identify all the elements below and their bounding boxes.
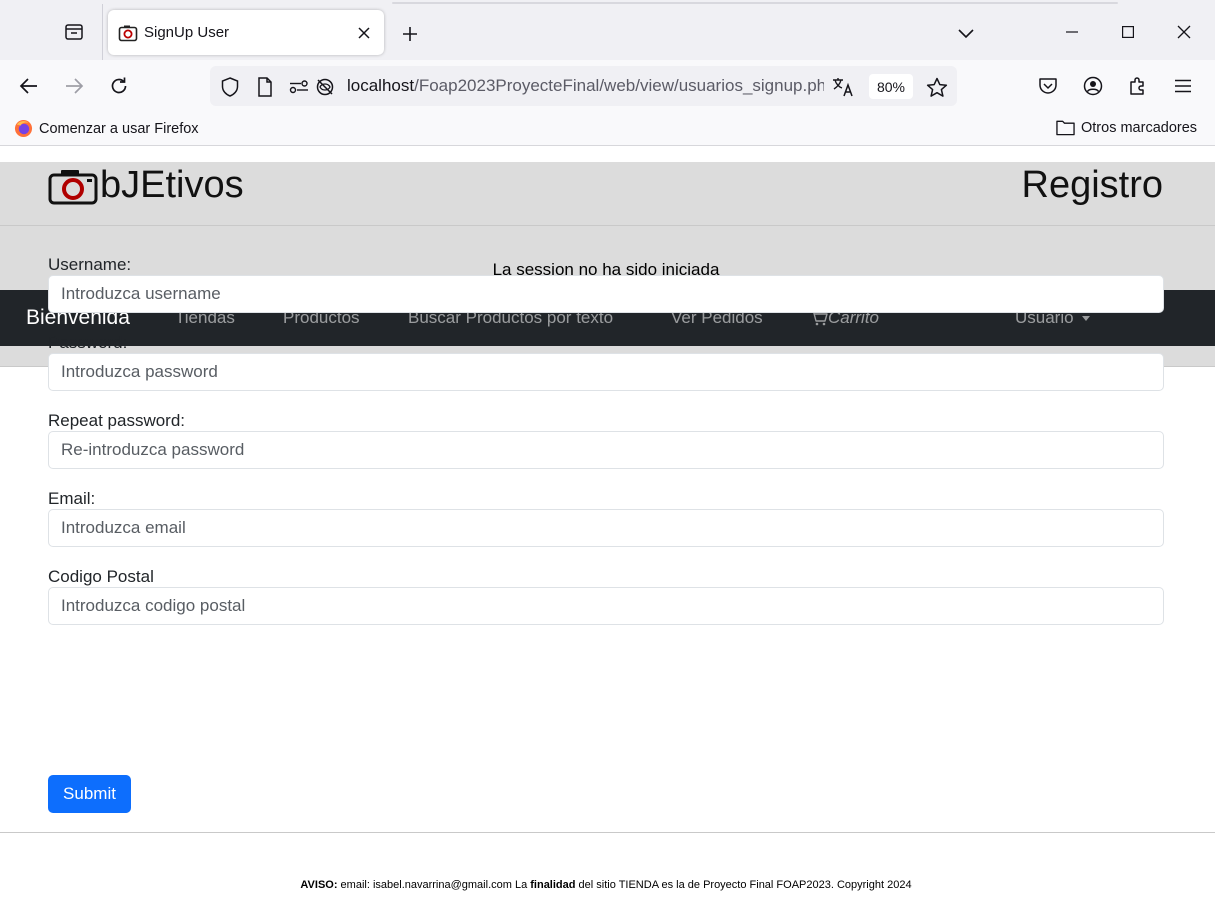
chevron-down-icon[interactable] xyxy=(952,20,980,48)
permissions-icon[interactable] xyxy=(288,76,310,98)
page-icon[interactable] xyxy=(254,76,276,98)
url-path: /Foap2023ProyecteFinal/web/view/usuarios… xyxy=(414,76,824,95)
plus-icon[interactable] xyxy=(396,20,424,48)
repeat-password-input[interactable] xyxy=(48,431,1164,469)
browser-tab-bar: SignUp User xyxy=(0,0,1215,60)
postal-code-input[interactable] xyxy=(48,587,1164,625)
bookmarks-bar: Comenzar a usar Firefox Otros marcadores xyxy=(0,112,1215,146)
pocket-icon[interactable] xyxy=(1032,70,1064,102)
tab-strip-divider xyxy=(392,2,1118,4)
postal-code-group: Codigo Postal xyxy=(48,566,1164,644)
submit-button[interactable]: Submit xyxy=(48,775,131,813)
maximize-icon[interactable] xyxy=(1106,14,1150,50)
url-bar[interactable]: localhost/Foap2023ProyecteFinal/web/view… xyxy=(210,66,957,106)
translate-icon[interactable] xyxy=(832,76,854,98)
password-label: Password: xyxy=(48,333,128,352)
url-text[interactable]: localhost/Foap2023ProyecteFinal/web/view… xyxy=(347,76,824,98)
email-label: Email: xyxy=(48,489,96,508)
bookmark-other[interactable]: Otros marcadores xyxy=(1056,119,1197,136)
email-group: Email: xyxy=(48,488,1164,566)
reload-icon[interactable] xyxy=(103,70,135,102)
close-window-icon[interactable] xyxy=(1162,14,1206,50)
close-icon[interactable] xyxy=(354,23,374,43)
tab-title: SignUp User xyxy=(144,24,230,41)
signup-form: Username: Password: Repeat password: Ema… xyxy=(48,254,1164,644)
browser-nav-bar: localhost/Foap2023ProyecteFinal/web/view… xyxy=(0,60,1215,112)
back-arrow-icon[interactable] xyxy=(13,70,45,102)
zoom-level[interactable]: 80% xyxy=(869,74,913,99)
site-header: bJEtivos Registro xyxy=(0,162,1215,226)
username-label: Username: xyxy=(48,255,132,274)
repeat-password-label: Repeat password: xyxy=(48,411,186,430)
tracking-icon[interactable] xyxy=(314,76,336,98)
extensions-icon[interactable] xyxy=(1122,70,1154,102)
url-host: localhost xyxy=(347,76,415,95)
star-icon[interactable] xyxy=(926,76,948,98)
bookmark-getting-started[interactable]: Comenzar a usar Firefox xyxy=(14,119,199,138)
username-group: Username: xyxy=(48,254,1164,332)
tab-separator xyxy=(102,4,103,60)
menu-icon[interactable] xyxy=(1167,70,1199,102)
forward-arrow-icon[interactable] xyxy=(58,70,90,102)
repeat-password-group: Repeat password: xyxy=(48,410,1164,488)
minimize-icon[interactable] xyxy=(1050,14,1094,50)
browser-tab[interactable]: SignUp User xyxy=(108,10,384,55)
bookmark-label: Comenzar a usar Firefox xyxy=(39,120,199,137)
camera-icon xyxy=(118,25,138,41)
shield-icon[interactable] xyxy=(219,76,241,98)
page-title: Registro xyxy=(1021,164,1164,206)
logo-text: bJEtivos xyxy=(100,164,244,206)
site-logo[interactable]: bJEtivos xyxy=(48,164,244,207)
username-input[interactable] xyxy=(48,275,1164,313)
tab-list-icon[interactable] xyxy=(60,18,88,46)
email-input[interactable] xyxy=(48,509,1164,547)
password-group: Password: xyxy=(48,332,1164,410)
bookmark-label: Otros marcadores xyxy=(1081,119,1198,136)
account-icon[interactable] xyxy=(1077,70,1109,102)
password-input[interactable] xyxy=(48,353,1164,391)
folder-icon xyxy=(1056,120,1075,136)
camera-icon xyxy=(48,169,98,204)
postal-code-label: Codigo Postal xyxy=(48,567,154,586)
firefox-icon xyxy=(14,119,33,138)
